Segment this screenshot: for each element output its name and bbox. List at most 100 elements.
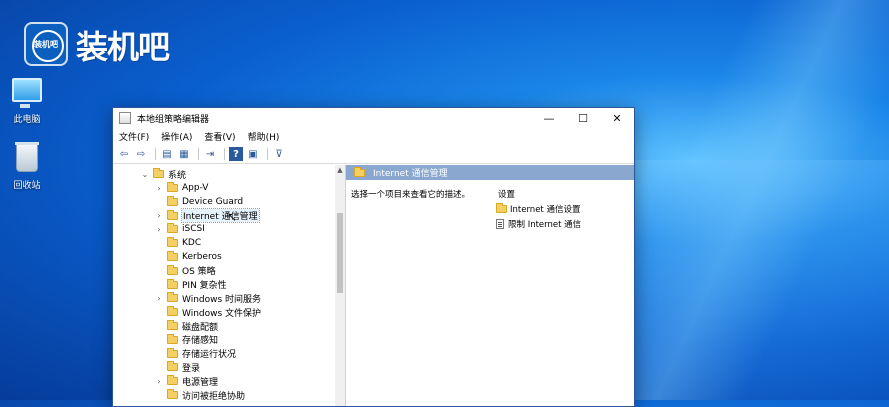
folder-icon bbox=[167, 347, 178, 358]
tree-node[interactable]: › iSCSI bbox=[154, 222, 205, 236]
brand-logo-text: 装机吧 bbox=[76, 28, 170, 66]
detail-header: Internet 通信管理 bbox=[346, 165, 634, 180]
help-icon[interactable]: ? bbox=[229, 147, 243, 161]
close-button[interactable]: ✕ bbox=[600, 108, 634, 128]
tree-node-label: App-V bbox=[182, 183, 209, 193]
tree-node-label: PIN 复杂性 bbox=[182, 281, 227, 292]
policy-setting-icon bbox=[496, 219, 504, 229]
folder-icon bbox=[167, 361, 178, 372]
forward-arrow-icon[interactable]: ⇨ bbox=[134, 147, 148, 161]
settings-column-header[interactable]: 设置 bbox=[498, 188, 515, 200]
tree-node-label: Device Guard bbox=[182, 196, 244, 207]
folder-icon bbox=[167, 209, 178, 220]
tree-node[interactable]: 登录 bbox=[154, 360, 200, 374]
titlebar[interactable]: 本地组策略编辑器 — ☐ ✕ bbox=[113, 108, 634, 128]
expand-chevron-icon[interactable]: › bbox=[154, 377, 164, 386]
brand-logo-badge: 装机吧 bbox=[24, 22, 68, 66]
tree-node[interactable]: 磁盘配额 bbox=[154, 319, 218, 333]
desktop-icon-recycle-bin[interactable]: 回收站 bbox=[2, 142, 52, 191]
expand-chevron-icon[interactable]: › bbox=[154, 211, 164, 220]
folder-icon bbox=[167, 320, 178, 330]
toolbar-divider bbox=[198, 148, 199, 160]
tree-node[interactable]: Kerberos bbox=[154, 250, 222, 264]
tree-node-label: Internet 通信管理 bbox=[181, 208, 260, 224]
scroll-up-icon[interactable]: ▲ bbox=[335, 166, 345, 174]
recycle-bin-icon bbox=[15, 142, 39, 172]
detail-header-title: Internet 通信管理 bbox=[373, 169, 448, 179]
tree-node[interactable]: › Windows 时间服务 bbox=[154, 291, 261, 305]
show-hide-tree-icon[interactable]: ▦ bbox=[177, 147, 191, 161]
menu-action[interactable]: 操作(A) bbox=[161, 130, 192, 143]
expand-chevron-icon[interactable]: › bbox=[154, 294, 164, 303]
folder-icon bbox=[167, 278, 178, 289]
folder-icon bbox=[167, 237, 178, 248]
tree-node-system[interactable]: ⌄ 系统 bbox=[140, 167, 186, 181]
minimize-button[interactable]: — bbox=[532, 108, 566, 128]
editor-body: ⌄ 系统 › App-V Device Guard › Internet 通信管理 › iS… bbox=[113, 165, 634, 406]
maximize-button[interactable]: ☐ bbox=[566, 108, 600, 128]
wallpaper-window-logo bbox=[600, 160, 889, 400]
tree-node[interactable]: KDC bbox=[154, 236, 201, 250]
tree-node[interactable]: › 电源管理 bbox=[154, 374, 218, 388]
menu-file[interactable]: 文件(F) bbox=[119, 130, 149, 143]
expand-chevron-icon[interactable]: › bbox=[154, 184, 164, 193]
tree-scrollbar[interactable]: ▲ bbox=[335, 165, 345, 406]
properties-icon[interactable]: ▣ bbox=[246, 147, 260, 161]
menu-view[interactable]: 查看(V) bbox=[204, 130, 235, 143]
detail-pane: Internet 通信管理 选择一个项目来查看它的描述。 设置 Internet… bbox=[346, 165, 634, 406]
tree-node-label: 磁盘配额 bbox=[182, 322, 219, 333]
folder-icon bbox=[167, 251, 178, 261]
folder-icon bbox=[354, 166, 365, 177]
toolbar: ⇦ ⇨ ▤ ▦ ⇥ ? ▣ ⊽ bbox=[113, 145, 634, 164]
tree-node-label: 存储运行状况 bbox=[182, 350, 237, 361]
tree-node-label: Kerberos bbox=[182, 252, 222, 262]
tree-node[interactable]: 存储运行状况 bbox=[154, 347, 236, 361]
setting-item-policy[interactable]: 限制 Internet 通信 bbox=[496, 218, 581, 230]
tree-node[interactable]: Windows 文件保护 bbox=[154, 305, 261, 319]
folder-icon bbox=[167, 389, 178, 399]
desktop-icon-this-pc[interactable]: 此电脑 bbox=[2, 78, 52, 125]
tree-node-label: 系统 bbox=[168, 170, 187, 181]
tree-node[interactable]: 存储感知 bbox=[154, 333, 218, 347]
description-text: 选择一个项目来查看它的描述。 bbox=[351, 190, 471, 200]
mouse-pointer-icon: ↖ bbox=[227, 210, 238, 224]
expand-chevron-icon[interactable]: › bbox=[154, 225, 164, 234]
up-folder-icon[interactable]: ▤ bbox=[160, 147, 174, 161]
folder-icon bbox=[167, 292, 178, 303]
tree-node[interactable]: OS 策略 bbox=[154, 264, 216, 278]
folder-icon bbox=[496, 203, 507, 213]
policy-tree: ⌄ 系统 › App-V Device Guard › Internet 通信管理 › iS… bbox=[113, 165, 346, 406]
folder-icon bbox=[167, 375, 178, 386]
window-title: 本地组策略编辑器 bbox=[137, 114, 210, 125]
menubar: 文件(F) 操作(A) 查看(V) 帮助(H) bbox=[113, 128, 634, 145]
desktop-icon-label: 回收站 bbox=[13, 181, 41, 191]
group-policy-editor-window: 本地组策略编辑器 — ☐ ✕ 文件(F) 操作(A) 查看(V) 帮助(H) ⇦… bbox=[112, 107, 635, 407]
back-arrow-icon[interactable]: ⇦ bbox=[117, 147, 131, 161]
tree-node-label: iSCSI bbox=[182, 224, 205, 235]
scrollbar-thumb[interactable] bbox=[337, 213, 343, 293]
folder-icon bbox=[167, 306, 178, 317]
export-list-icon[interactable]: ⇥ bbox=[203, 147, 217, 161]
tree-node[interactable]: Device Guard bbox=[154, 195, 243, 209]
tree-node-label: Windows 文件保护 bbox=[182, 308, 262, 319]
tree-node[interactable]: › App-V bbox=[154, 181, 208, 195]
tree-node-label: OS 策略 bbox=[182, 267, 216, 278]
tree-node[interactable]: PIN 复杂性 bbox=[154, 278, 227, 292]
tree-node-label: 登录 bbox=[182, 363, 201, 374]
tree-node-label: KDC bbox=[182, 238, 202, 249]
gpedit-app-icon bbox=[119, 112, 131, 124]
filter-icon[interactable]: ⊽ bbox=[272, 147, 286, 161]
folder-icon bbox=[167, 333, 178, 344]
tree-node-label: 电源管理 bbox=[182, 377, 219, 388]
tree-node[interactable]: › Internet 通信管理 bbox=[154, 208, 260, 224]
setting-item-label: Internet 通信设置 bbox=[510, 205, 581, 215]
tree-node-label: 存储感知 bbox=[182, 336, 219, 347]
setting-item-folder[interactable]: Internet 通信设置 bbox=[496, 203, 580, 215]
folder-icon bbox=[167, 223, 178, 234]
toolbar-divider bbox=[224, 148, 225, 160]
setting-item-label: 限制 Internet 通信 bbox=[508, 220, 582, 230]
collapse-icon[interactable]: ⌄ bbox=[140, 170, 150, 179]
folder-icon bbox=[153, 168, 164, 178]
menu-help[interactable]: 帮助(H) bbox=[248, 130, 280, 143]
toolbar-divider bbox=[155, 148, 156, 160]
